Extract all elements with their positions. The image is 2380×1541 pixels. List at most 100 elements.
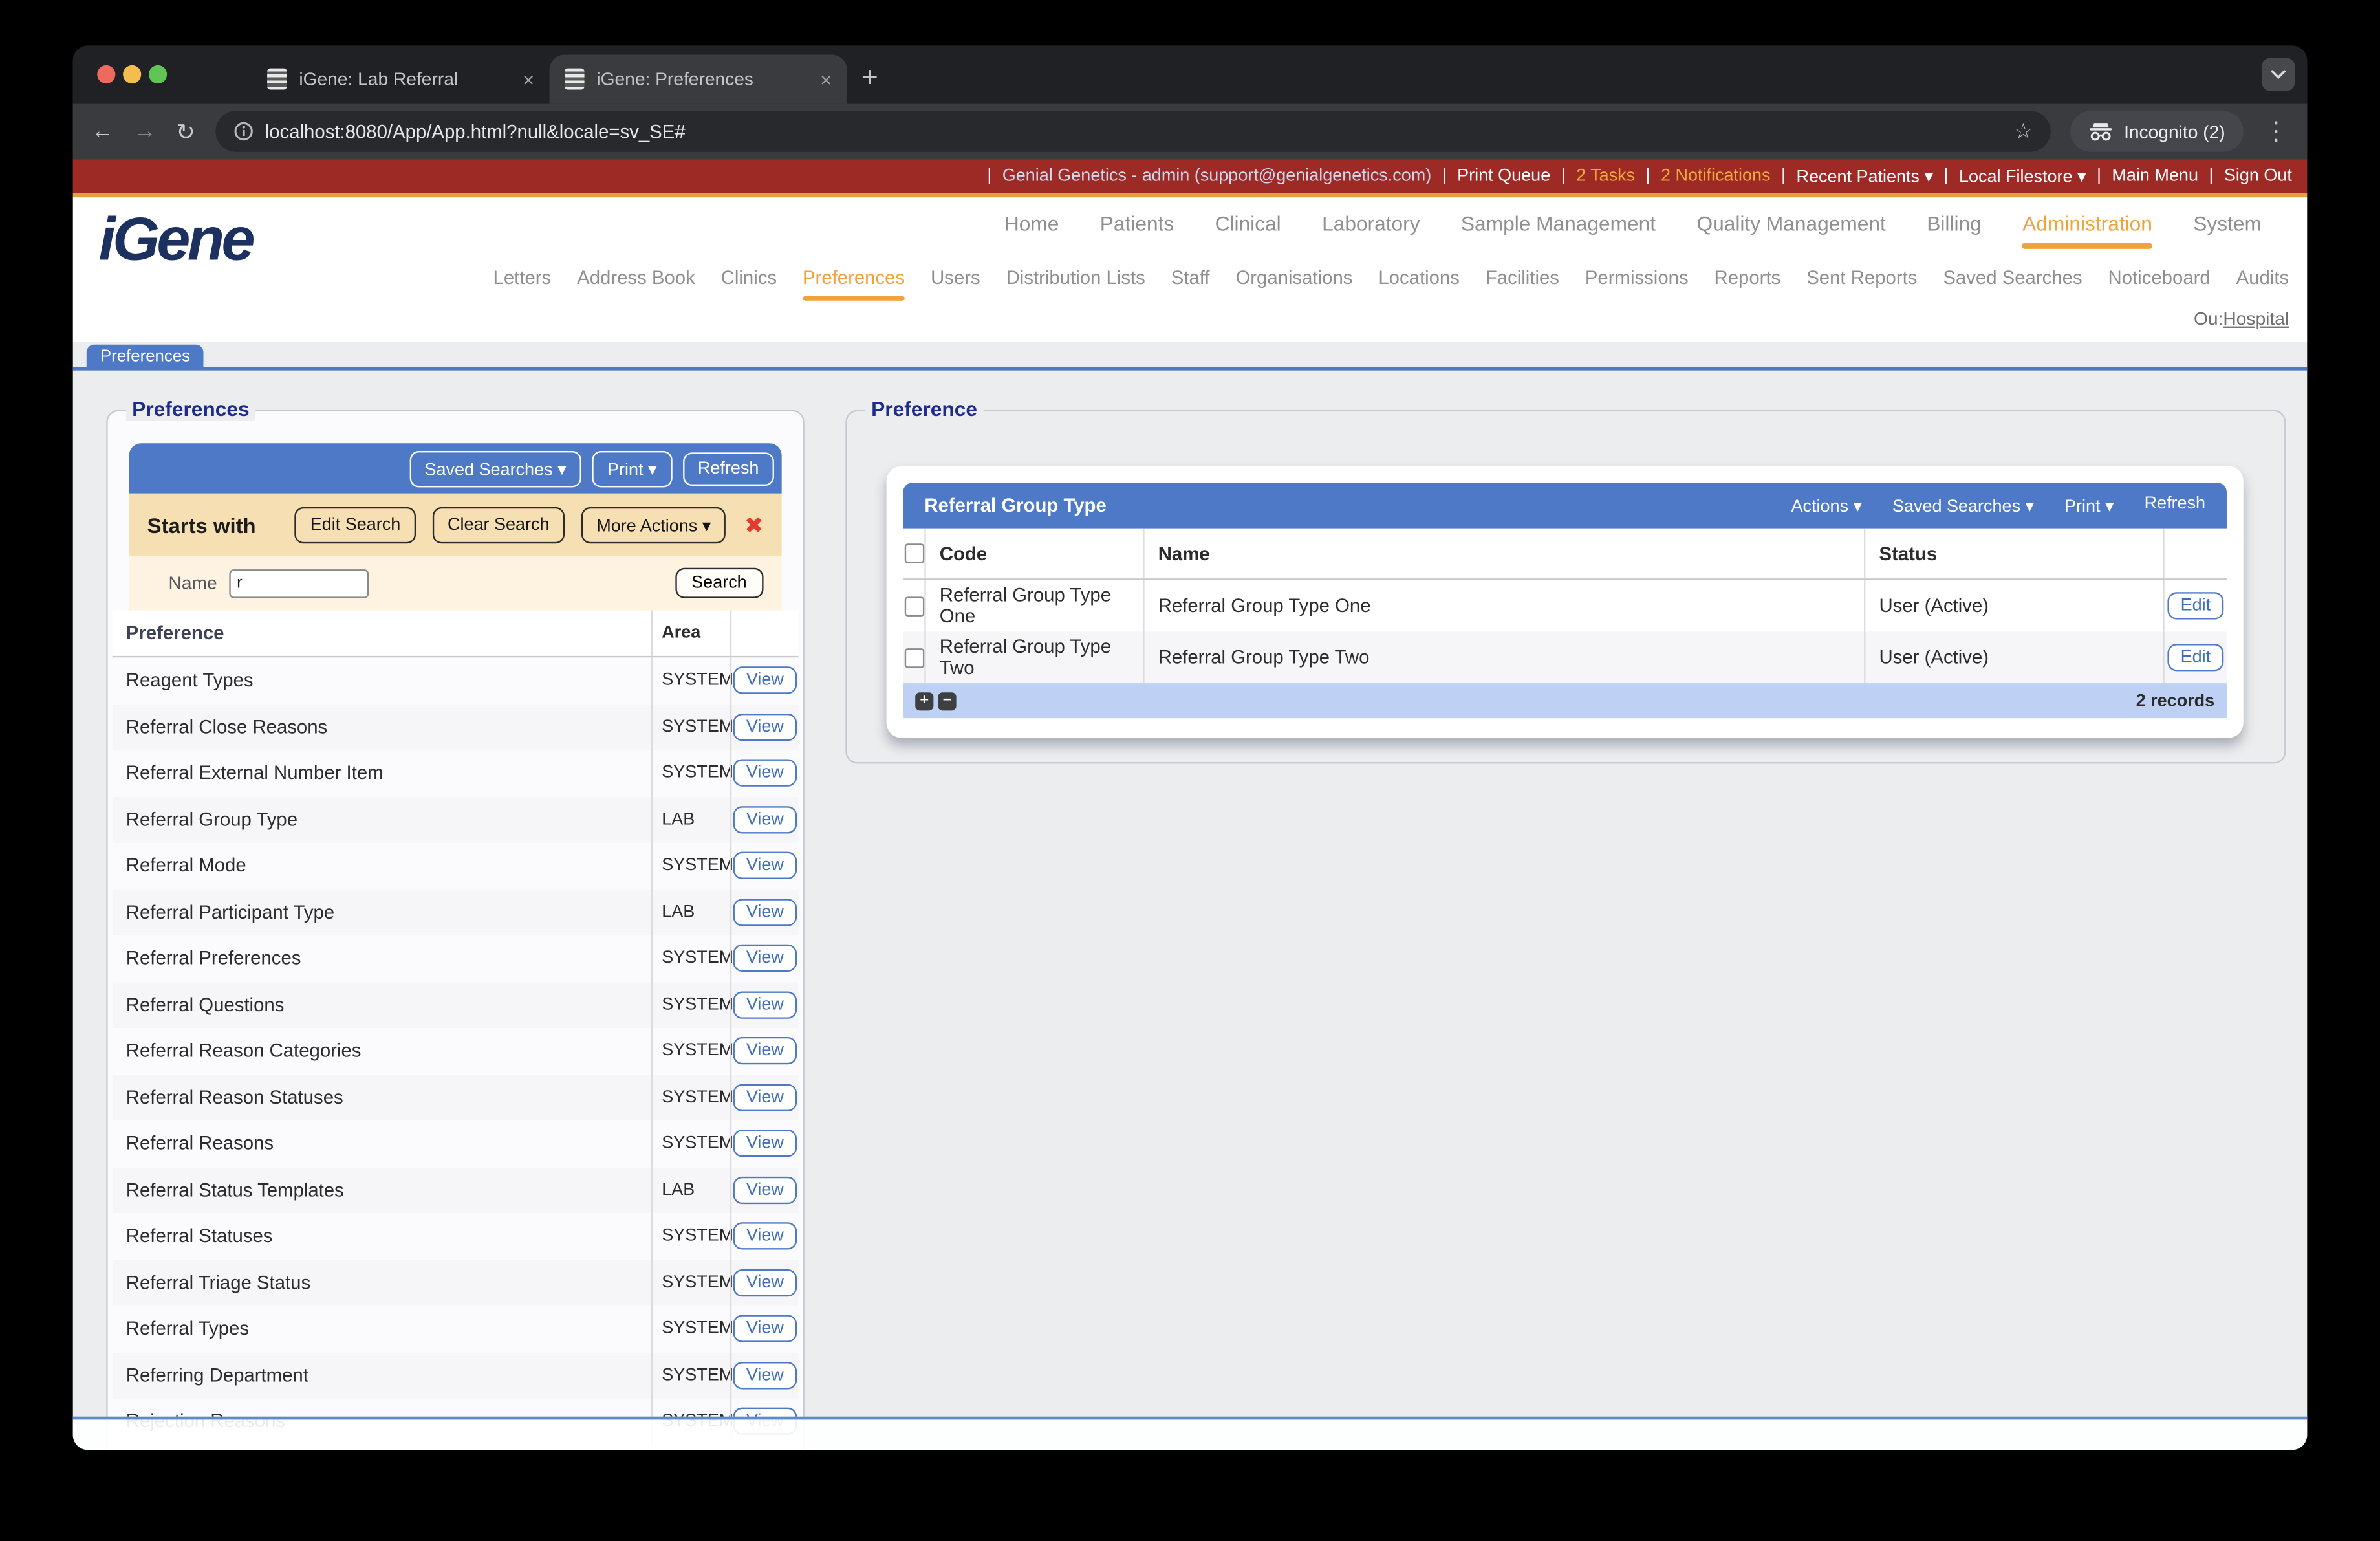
card-action-button[interactable]: Refresh [2145,495,2206,516]
ou-hospital-link[interactable]: Hospital [2223,308,2289,329]
view-button[interactable]: View [732,1361,797,1389]
page-tab-preferences[interactable]: Preferences [86,344,204,370]
topbar-item-label[interactable]: Recent Patients ▾ [1796,166,1933,187]
toolbar-button[interactable]: Refresh [682,452,774,485]
main-nav-item[interactable]: Sample Management [1461,213,1656,245]
view-button[interactable]: View [732,1222,797,1251]
search-action-button[interactable]: Clear Search [432,506,565,543]
view-button[interactable]: View [732,1269,797,1296]
new-tab-button[interactable]: + [847,56,892,102]
browser-tab[interactable]: iGene: Preferences × [549,54,847,104]
edit-button[interactable]: Edit [2167,592,2225,620]
main-nav-item[interactable]: Billing [1927,213,1982,245]
sub-nav-item[interactable]: Staff [1171,267,1210,298]
add-icon[interactable]: + [915,692,934,710]
sub-nav-item[interactable]: Letters [493,267,552,298]
topbar-item[interactable]: | Genial Genetics - admin (support@genial… [977,167,1431,185]
edit-button[interactable]: Edit [2167,644,2225,672]
topbar-item-label[interactable]: 2 Notifications [1661,167,1771,185]
topbar-item[interactable]: | Main Menu [2086,167,2198,185]
sub-nav-item[interactable]: Organisations [1235,267,1352,298]
browser-menu-icon[interactable]: ⋮ [2263,116,2289,147]
topbar-item-label[interactable]: Print Queue [1457,167,1550,185]
browser-tab[interactable]: iGene: Lab Referral × [252,54,550,103]
view-button[interactable]: View [732,1315,797,1343]
toolbar-button[interactable]: Saved Searches ▾ [409,450,582,487]
card-action-button[interactable]: Actions ▾ [1791,495,1862,516]
sub-nav-item[interactable]: Distribution Lists [1006,267,1145,298]
bookmark-star-icon[interactable]: ☆ [2014,118,2033,144]
table-row: Referral Statuses SYSTEM View [113,1213,799,1260]
sub-nav-item[interactable]: Users [931,267,980,298]
tab-close-icon[interactable]: × [820,67,832,90]
search-button[interactable]: Search [675,567,764,598]
back-icon[interactable]: ← [91,118,114,144]
view-button[interactable]: View [732,666,797,695]
view-button[interactable]: View [732,898,797,926]
main-nav-item[interactable]: System [2193,213,2262,245]
topbar-item-label[interactable]: Main Menu [2112,167,2198,185]
window-close-icon[interactable] [97,65,116,84]
incognito-badge: Incognito (2) [2070,111,2244,152]
topbar-item[interactable]: | Sign Out [2198,167,2292,185]
tab-close-icon[interactable]: × [523,67,534,90]
address-bar[interactable]: localhost:8080/App/App.html?null&locale=… [215,111,2051,152]
sub-nav-item[interactable]: Saved Searches [1943,267,2082,298]
sub-nav-item[interactable]: Reports [1715,267,1781,298]
view-button[interactable]: View [732,1176,797,1204]
topbar-item-label[interactable]: 2 Tasks [1576,167,1635,185]
reload-icon[interactable]: ↻ [176,118,195,145]
card-action-button[interactable]: Print ▾ [2064,495,2114,516]
sub-nav-item[interactable]: Permissions [1585,267,1689,298]
sub-nav-item[interactable]: Sent Reports [1806,267,1917,298]
row-checkbox[interactable] [903,647,924,668]
preference-name: Referring Department [125,1364,308,1386]
main-nav-item[interactable]: Home [1004,213,1059,245]
close-search-icon[interactable]: ✖ [744,511,764,538]
topbar-item[interactable]: | 2 Tasks [1550,167,1635,185]
view-button[interactable]: View [732,990,797,1019]
view-button[interactable]: View [732,1037,797,1065]
view-button[interactable]: View [732,852,797,880]
view-button[interactable]: View [732,1130,797,1157]
remove-icon[interactable]: − [938,692,957,710]
view-button[interactable]: View [732,1084,797,1111]
sub-nav-item[interactable]: Clinics [721,267,777,298]
main-nav-item[interactable]: Clinical [1215,213,1281,245]
sub-nav-item[interactable]: Noticeboard [2108,267,2211,298]
select-all-checkbox[interactable] [903,543,924,563]
info-icon[interactable] [233,122,253,142]
topbar-item-label[interactable]: Genial Genetics - admin (support@genialg… [1002,167,1431,185]
topbar-item[interactable]: | Print Queue [1431,167,1551,186]
view-button[interactable]: View [732,945,797,972]
separator: | [1442,167,1447,186]
sub-nav-item[interactable]: Locations [1378,267,1460,298]
view-button[interactable]: View [732,760,797,787]
main-nav-item[interactable]: Quality Management [1696,213,1885,245]
search-action-button[interactable]: Edit Search [295,506,416,543]
sub-nav-item[interactable]: Audits [2236,267,2289,298]
search-action-button[interactable]: More Actions ▾ [581,506,726,543]
topbar-item[interactable]: | 2 Notifications [1635,167,1771,185]
tab-search-chevron-icon[interactable] [2261,58,2295,91]
sub-nav-item[interactable]: Facilities [1486,267,1559,298]
card-action-button[interactable]: Saved Searches ▾ [1892,495,2034,516]
topbar-item-label[interactable]: Local Filestore ▾ [1959,166,2086,187]
topbar-item[interactable]: | Recent Patients ▾ [1771,166,1933,187]
topbar-item-label[interactable]: Sign Out [2224,167,2292,185]
table-row: Referral Questions SYSTEM View [112,981,799,1028]
sub-nav-item[interactable]: Preferences [802,267,906,301]
view-button[interactable]: View [732,713,797,741]
window-minimize-icon[interactable] [123,65,142,84]
toolbar-button[interactable]: Print ▾ [592,450,673,487]
view-button[interactable]: View [732,805,797,833]
window-zoom-icon[interactable] [149,65,168,84]
topbar-item[interactable]: | Local Filestore ▾ [1933,166,2086,187]
main-nav-item[interactable]: Laboratory [1322,213,1420,245]
sub-nav-item[interactable]: Address Book [577,267,695,298]
name-input[interactable] [229,568,369,598]
main-nav-item[interactable]: Administration [2022,213,2152,249]
row-checkbox[interactable] [903,596,924,616]
main-nav-item[interactable]: Patients [1100,213,1174,245]
forward-icon[interactable]: → [134,118,157,144]
